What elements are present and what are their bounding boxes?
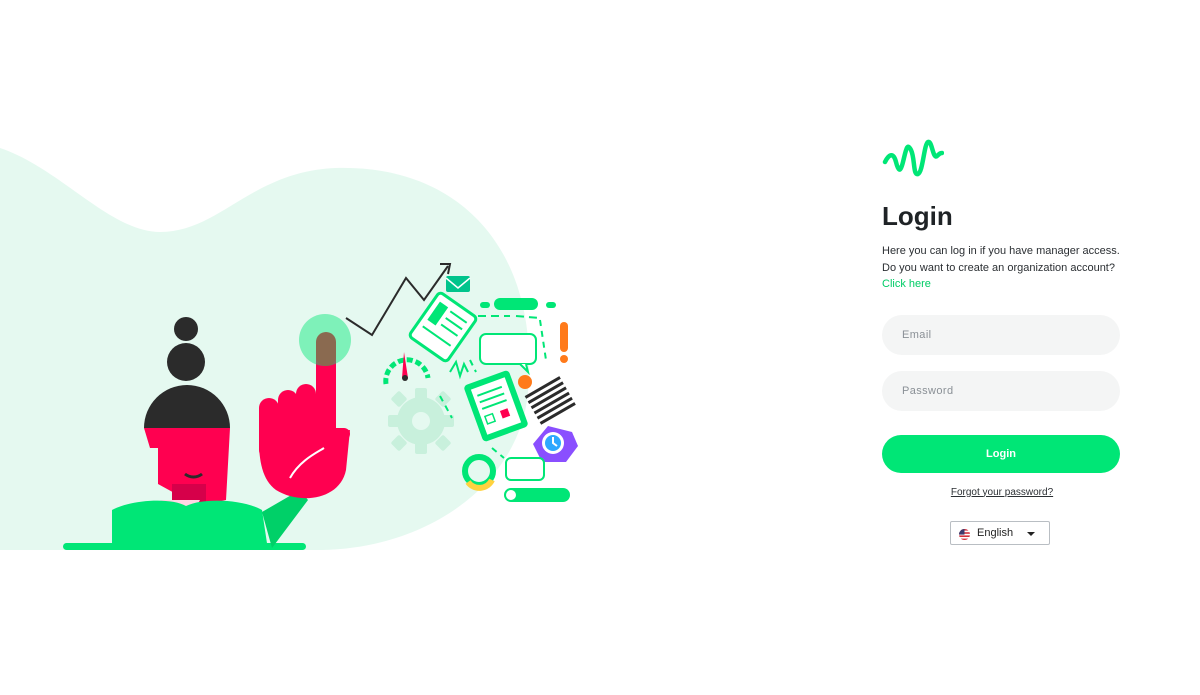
email-input[interactable] bbox=[882, 314, 1120, 355]
intro-line-create-account: Do you want to create an organization ac… bbox=[882, 261, 1115, 274]
clock-badge-icon bbox=[533, 426, 578, 462]
toggle-pill-icon bbox=[504, 488, 570, 502]
intro-text: Here you can log in if you have manager … bbox=[882, 243, 1122, 293]
create-account-link[interactable]: Click here bbox=[882, 276, 931, 293]
password-input[interactable] bbox=[882, 370, 1120, 411]
page-title: Login bbox=[882, 201, 953, 231]
orange-dot bbox=[518, 375, 532, 389]
forgot-password-link[interactable]: Forgot your password? bbox=[882, 487, 1122, 498]
envelope-icon bbox=[445, 276, 471, 292]
language-select[interactable]: English bbox=[950, 520, 1050, 545]
waveform-icon bbox=[882, 139, 944, 177]
login-button[interactable]: Login bbox=[882, 434, 1120, 473]
barcode-icon bbox=[524, 376, 576, 425]
intro-line-manager-access: Here you can log in if you have manager … bbox=[882, 245, 1120, 257]
exclamation-icon bbox=[560, 322, 568, 363]
small-bubble-icon bbox=[505, 457, 545, 481]
login-panel: Login Here you can log in if you have ma… bbox=[882, 136, 1122, 545]
caret-down-icon bbox=[1027, 531, 1035, 536]
login-page: Login Here you can log in if you have ma… bbox=[0, 0, 1200, 695]
hero-illustration bbox=[0, 148, 578, 550]
gear-icon bbox=[388, 388, 454, 454]
language-label: English bbox=[977, 526, 1014, 539]
us-flag-icon bbox=[959, 528, 970, 540]
